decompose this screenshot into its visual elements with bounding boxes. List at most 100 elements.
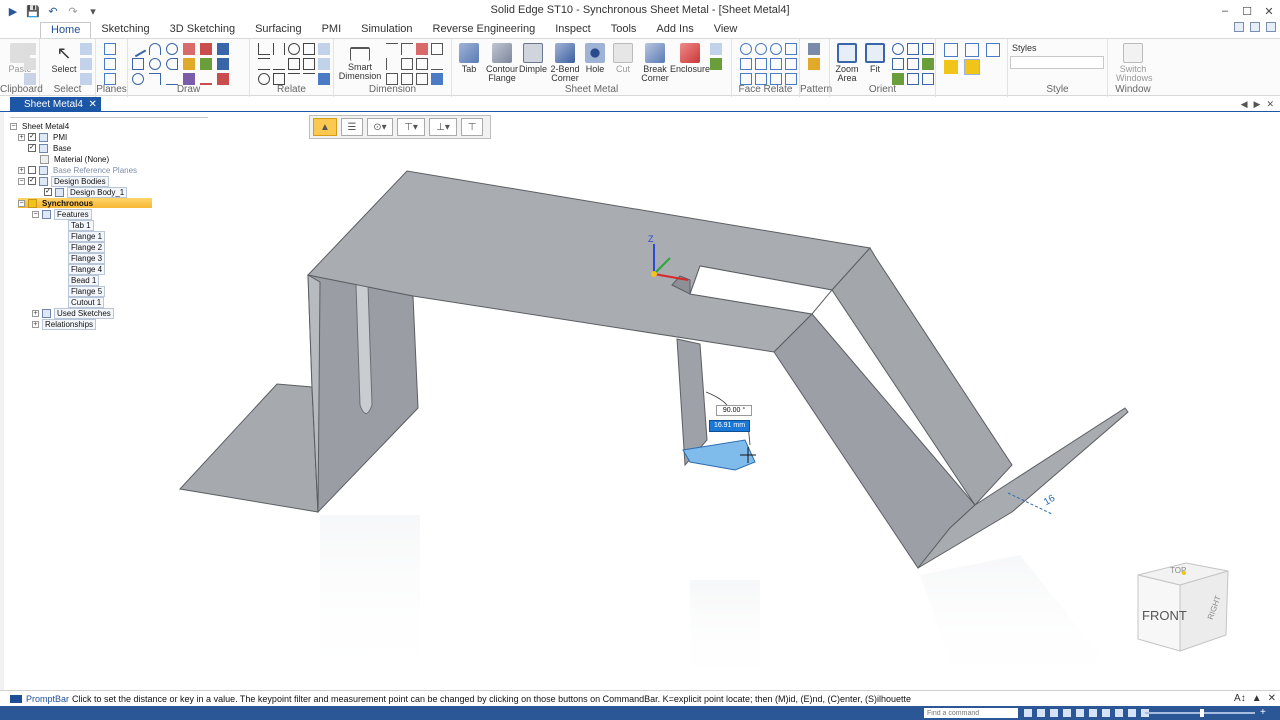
horizontal-icon[interactable] bbox=[258, 58, 270, 70]
line-icon[interactable] bbox=[129, 40, 147, 58]
minimize-icon[interactable]: – bbox=[1214, 0, 1236, 22]
trim-icon[interactable] bbox=[183, 43, 195, 55]
wireframe-icon[interactable] bbox=[986, 43, 1000, 57]
tree-node-pmi[interactable]: + ✓ PMI bbox=[18, 132, 69, 142]
tab-sketching[interactable]: Sketching bbox=[91, 22, 159, 38]
tree-node-feature-item[interactable]: Cutout 1 bbox=[68, 296, 105, 308]
options-list-icon[interactable]: ☰ bbox=[341, 118, 363, 136]
rectangle-icon[interactable] bbox=[132, 58, 144, 70]
symmetric-icon[interactable] bbox=[318, 58, 330, 70]
base-checkbox[interactable]: ✓ bbox=[28, 144, 36, 152]
shaded-status-icon[interactable] bbox=[1089, 709, 1097, 717]
reference-planes-checkbox[interactable] bbox=[28, 166, 36, 174]
contour-flange-button[interactable]: Contour Flange bbox=[484, 43, 520, 83]
pan-status-icon[interactable] bbox=[1063, 709, 1071, 717]
tree-node-synchronous[interactable]: − Synchronous bbox=[18, 198, 152, 208]
concentric-face-icon[interactable] bbox=[770, 43, 782, 55]
view-status-icon[interactable] bbox=[1102, 709, 1110, 717]
angular-coordinate-icon[interactable] bbox=[386, 58, 398, 70]
copy-icon[interactable] bbox=[24, 58, 36, 70]
undo-icon[interactable]: ↶ bbox=[46, 4, 60, 18]
maximize-icon[interactable]: ☐ bbox=[1236, 0, 1258, 22]
close-icon[interactable]: ✕ bbox=[1258, 0, 1280, 22]
lip-icon[interactable] bbox=[710, 43, 722, 55]
font-size-icon[interactable]: A↕ bbox=[1234, 693, 1246, 704]
measure-point-icon[interactable]: ⊤▾ bbox=[397, 118, 425, 136]
tab-inspect[interactable]: Inspect bbox=[545, 22, 600, 38]
collapse-icon[interactable]: − bbox=[18, 177, 25, 185]
tree-node-used-sketches[interactable]: + Used Sketches bbox=[32, 307, 114, 319]
help-icon[interactable] bbox=[1266, 22, 1276, 32]
tree-node-feature-item[interactable]: Flange 2 bbox=[68, 241, 106, 253]
step-selection-icon[interactable]: ▲ bbox=[313, 118, 337, 136]
angle-between-icon[interactable] bbox=[401, 43, 413, 55]
shaded-icon[interactable] bbox=[965, 43, 979, 57]
tree-node-feature-item[interactable]: Flange 5 bbox=[68, 285, 106, 297]
tree-node-design-body[interactable]: ✓ Design Body_1 bbox=[44, 186, 128, 198]
view-override-icon[interactable] bbox=[964, 59, 980, 75]
fillet-icon[interactable] bbox=[166, 58, 178, 70]
two-bend-corner-button[interactable]: 2-Bend Corner bbox=[548, 43, 582, 83]
mirror-icon[interactable] bbox=[183, 58, 195, 70]
find-command-input[interactable] bbox=[924, 708, 1018, 718]
pmi-checkbox[interactable]: ✓ bbox=[28, 133, 36, 141]
tree-node-root[interactable]: − Sheet Metal4 bbox=[10, 121, 71, 131]
chamfer-dim-icon[interactable] bbox=[401, 58, 413, 70]
tangent-icon[interactable] bbox=[273, 58, 285, 70]
circle-icon[interactable] bbox=[166, 43, 178, 55]
styles-dropdown[interactable] bbox=[1010, 56, 1104, 69]
tab-surfacing[interactable]: Surfacing bbox=[245, 22, 311, 38]
distance-dimension-input[interactable]: 16.91 mm bbox=[709, 420, 750, 432]
tab-tools[interactable]: Tools bbox=[601, 22, 647, 38]
plane-icon[interactable] bbox=[104, 43, 116, 55]
connect-icon[interactable] bbox=[303, 58, 315, 70]
layout-status-icon[interactable] bbox=[1128, 709, 1136, 717]
move-icon[interactable] bbox=[200, 58, 212, 70]
fit-status-icon[interactable] bbox=[1050, 709, 1058, 717]
expand-icon[interactable]: + bbox=[32, 309, 39, 317]
tree-node-feature-item[interactable]: Flange 1 bbox=[68, 230, 106, 242]
tab-button[interactable]: Tab bbox=[454, 43, 484, 74]
scroll-left-icon[interactable]: ◀ bbox=[1241, 99, 1248, 110]
hole-button[interactable]: Hole bbox=[580, 43, 610, 74]
close-document-icon[interactable]: ✕ bbox=[89, 97, 97, 112]
tab-simulation[interactable]: Simulation bbox=[351, 22, 422, 38]
zoom-in-icon[interactable]: + bbox=[1260, 707, 1266, 718]
tab-reverse-engineering[interactable]: Reverse Engineering bbox=[423, 22, 546, 38]
coaxial-icon[interactable] bbox=[755, 43, 767, 55]
close-all-icon[interactable]: ✕ bbox=[1266, 99, 1274, 110]
options-icon[interactable] bbox=[1234, 22, 1244, 32]
concentric-icon[interactable] bbox=[288, 43, 300, 55]
design-bodies-checkbox[interactable]: ✓ bbox=[28, 177, 36, 185]
tree-node-base[interactable]: ✓ Base bbox=[28, 143, 73, 153]
customize-qat-icon[interactable]: ▾ bbox=[86, 4, 100, 18]
coordinate-dim-icon[interactable] bbox=[416, 43, 428, 55]
scroll-right-icon[interactable]: ▶ bbox=[1254, 99, 1261, 110]
thickness-icon[interactable]: ⊤ bbox=[461, 118, 483, 136]
middle-down-flange[interactable] bbox=[676, 338, 708, 467]
pattern-rect-icon[interactable] bbox=[808, 43, 820, 55]
expand-icon[interactable]: + bbox=[18, 166, 25, 174]
sketch-status-icon[interactable] bbox=[1115, 709, 1123, 717]
zoom-area-status-icon[interactable] bbox=[1024, 709, 1032, 717]
select-button[interactable]: ↖ Select bbox=[46, 43, 82, 74]
tree-node-base-reference-planes[interactable]: + Base Reference Planes bbox=[18, 165, 139, 175]
dimple-button[interactable]: Dimple bbox=[518, 43, 548, 74]
tree-node-relationships[interactable]: + Relationships bbox=[32, 318, 97, 330]
expand-icon[interactable]: + bbox=[18, 133, 25, 141]
tree-node-feature-item[interactable]: Tab 1 bbox=[68, 219, 94, 231]
collapse-icon[interactable]: − bbox=[32, 210, 39, 218]
tab-view[interactable]: View bbox=[704, 22, 748, 38]
redo-icon[interactable]: ↷ bbox=[66, 4, 80, 18]
prompt-bar-label[interactable]: PromptBar bbox=[0, 694, 72, 704]
rotate-status-icon[interactable] bbox=[1076, 709, 1084, 717]
tab-pmi[interactable]: PMI bbox=[312, 22, 352, 38]
left-base-flange[interactable] bbox=[179, 383, 319, 513]
tree-node-feature-item[interactable]: Flange 3 bbox=[68, 252, 106, 264]
zoom-area-button[interactable]: Zoom Area bbox=[832, 43, 862, 83]
annotation-icon[interactable] bbox=[431, 58, 443, 70]
zoom-status-icon[interactable] bbox=[1037, 709, 1045, 717]
break-corner-button[interactable]: Break Corner bbox=[638, 43, 672, 83]
pan-icon[interactable] bbox=[907, 43, 919, 55]
tree-node-material[interactable]: Material (None) bbox=[40, 154, 111, 164]
